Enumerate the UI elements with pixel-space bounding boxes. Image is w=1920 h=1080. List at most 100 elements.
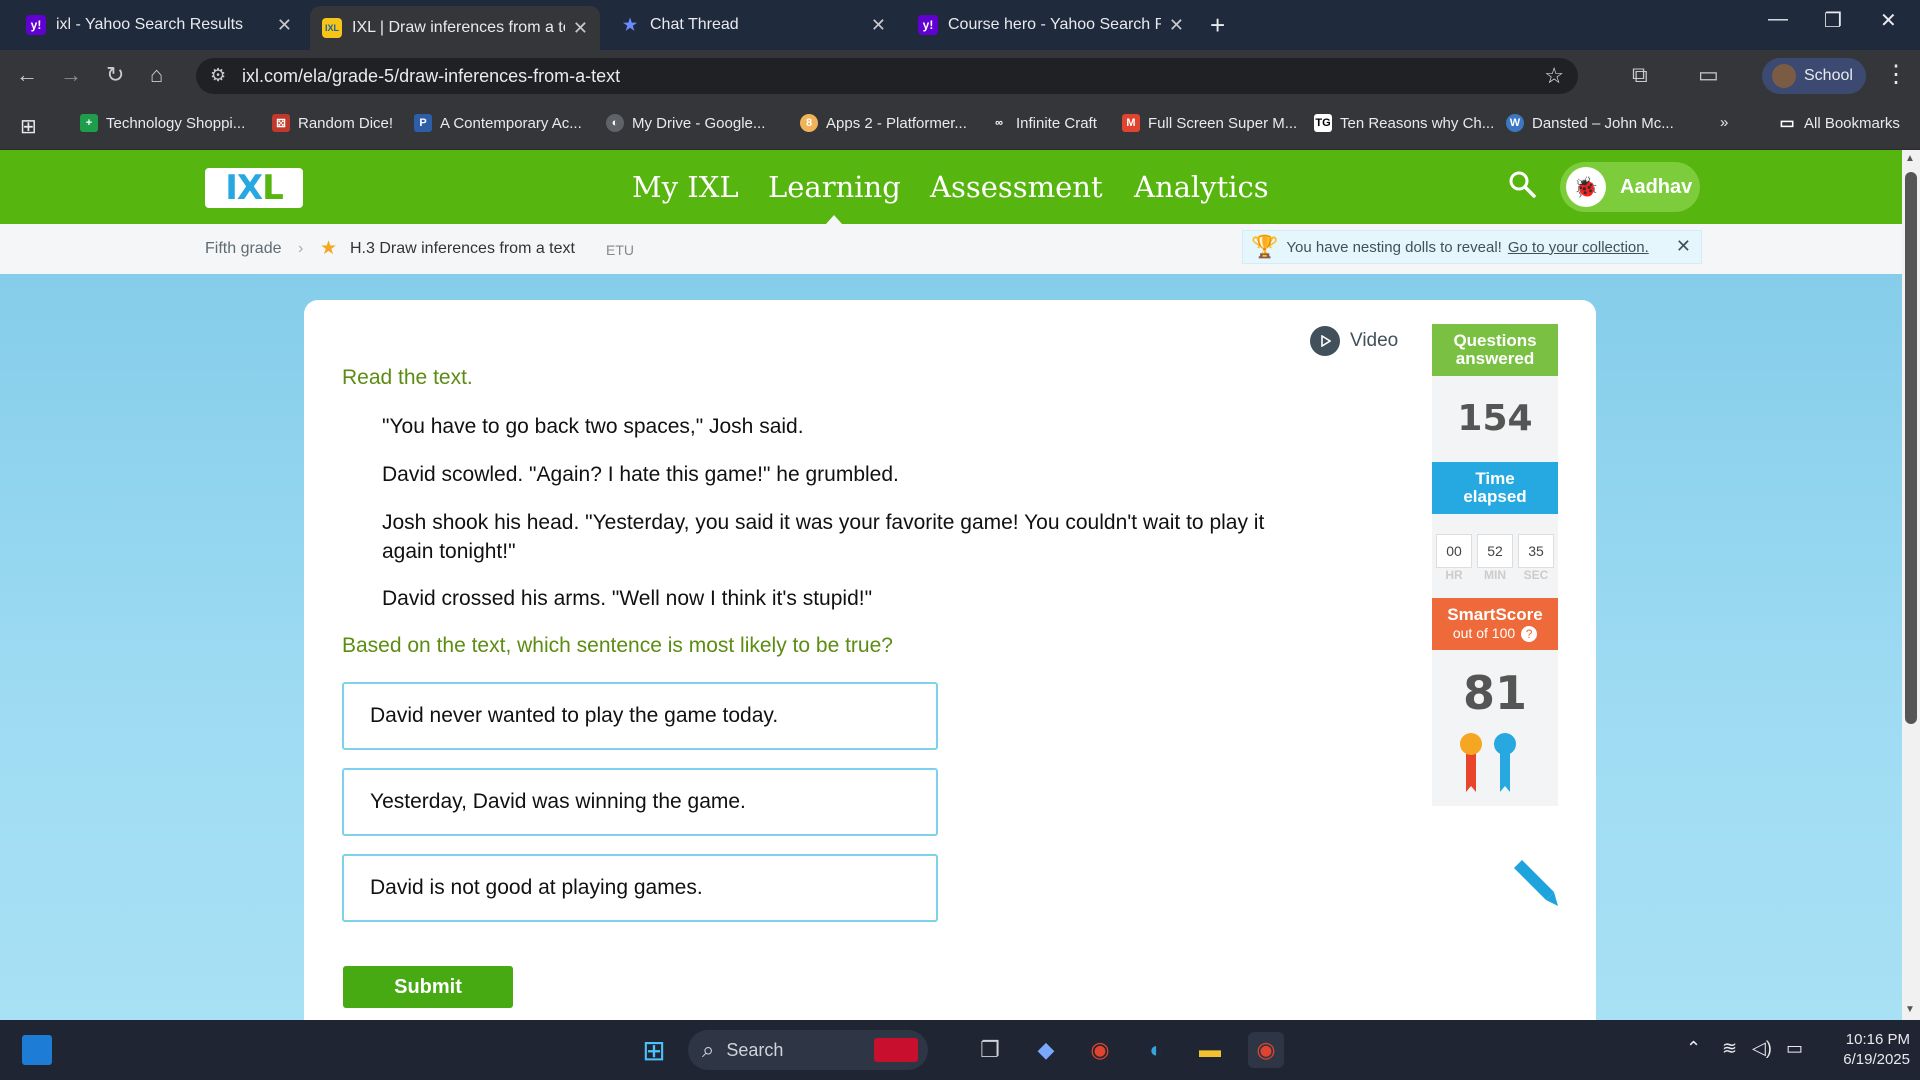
start-icon[interactable]: ⊞	[636, 1032, 672, 1068]
drive-icon: ◐	[606, 114, 624, 132]
bookmark-item[interactable]: ⚄ Random Dice!	[272, 114, 393, 132]
nav-learning[interactable]: Learning	[768, 170, 901, 204]
ixl-icon: IXL	[322, 18, 342, 38]
questions-answered-count: 154	[1457, 398, 1533, 439]
skill-code: ETU	[606, 242, 634, 258]
document-icon: P	[414, 114, 432, 132]
copilot-icon[interactable]: ◆	[1028, 1032, 1064, 1068]
instruction-text: Read the text.	[342, 366, 473, 389]
time-minutes: 52	[1477, 534, 1513, 568]
extensions-icon[interactable]: ⧉	[1632, 62, 1648, 88]
bookmark-star-icon[interactable]: ☆	[1544, 63, 1564, 89]
bookmark-item[interactable]: PA Contemporary Ac...	[414, 114, 582, 132]
yahoo-icon: y!	[918, 15, 938, 35]
time-unit-hr: HR	[1445, 568, 1463, 582]
answer-choice[interactable]: David is not good at playing games.	[342, 854, 938, 922]
browser-tab-strip: y! ixl - Yahoo Search Results ✕ IXL IXL …	[0, 0, 1920, 50]
bookmark-item[interactable]: W Dansted – John Mc...	[1506, 114, 1674, 132]
bookmarks-overflow-icon[interactable]: »	[1720, 114, 1728, 131]
home-icon[interactable]: ⌂	[150, 62, 163, 88]
smartscore-label: SmartScore out of 100?	[1432, 598, 1558, 650]
edge-icon[interactable]: ◐	[1138, 1032, 1174, 1068]
browser-menu-icon[interactable]: ⋮	[1884, 60, 1908, 89]
profile-label: School	[1804, 67, 1853, 84]
breadcrumb-grade[interactable]: Fifth grade	[205, 240, 281, 258]
answer-choice[interactable]: David never wanted to play the game toda…	[342, 682, 938, 750]
answer-choice[interactable]: Yesterday, David was winning the game.	[342, 768, 938, 836]
close-tab-icon[interactable]: ✕	[1169, 15, 1184, 36]
tab-chat-thread[interactable]: ★ Chat Thread ✕	[608, 8, 898, 42]
folder-icon: ▭	[1779, 115, 1795, 132]
profile-button[interactable]: School	[1762, 58, 1866, 94]
widgets-icon[interactable]	[22, 1035, 52, 1065]
bookmark-item[interactable]: 8 Apps 2 - Platformer...	[800, 114, 967, 132]
tray-overflow-icon[interactable]: ⌃	[1686, 1038, 1701, 1059]
tab-yahoo-ixl[interactable]: y! ixl - Yahoo Search Results ✕	[14, 8, 304, 42]
avatar: 🐞	[1566, 167, 1606, 207]
scrollbar-thumb[interactable]	[1905, 172, 1917, 724]
back-icon[interactable]: ←	[16, 62, 38, 88]
dice-icon: ⚄	[272, 114, 290, 132]
address-bar[interactable]: ⚙ ixl.com/ela/grade-5/draw-inferences-fr…	[196, 58, 1578, 94]
nav-assessment[interactable]: Assessment	[930, 170, 1103, 204]
nav-my-ixl[interactable]: My IXL	[632, 170, 739, 204]
article-icon: TG	[1314, 114, 1332, 132]
user-menu[interactable]: 🐞 Aadhav	[1560, 162, 1700, 212]
wifi-icon[interactable]: ≋	[1722, 1038, 1737, 1059]
close-window-icon[interactable]: ✕	[1880, 8, 1897, 33]
battery-icon[interactable]: ▭	[1786, 1038, 1803, 1059]
profile-avatar	[1772, 64, 1796, 88]
time-seconds: 35	[1518, 534, 1554, 568]
search-icon[interactable]	[1508, 170, 1536, 198]
time-unit-sec: SEC	[1523, 568, 1549, 582]
star-icon: ★	[320, 238, 338, 259]
chrome-profile-icon[interactable]: ◉	[1248, 1032, 1284, 1068]
site-settings-icon[interactable]: ⚙	[210, 65, 226, 86]
passage-paragraph: Josh shook his head. "Yesterday, you sai…	[382, 511, 1265, 563]
close-tab-icon[interactable]: ✕	[573, 18, 588, 39]
collection-notice: 🏆 You have nesting dolls to reveal! Go t…	[1242, 230, 1702, 264]
passage-paragraph: David crossed his arms. "Well now I thin…	[382, 587, 873, 610]
close-tab-icon[interactable]: ✕	[871, 15, 886, 36]
restore-icon[interactable]: ❐	[1824, 8, 1842, 33]
minimize-icon[interactable]: —	[1768, 8, 1788, 31]
close-tab-icon[interactable]: ✕	[277, 15, 292, 36]
apps-grid-icon[interactable]: ⊞	[20, 114, 37, 139]
collection-link[interactable]: Go to your collection.	[1508, 239, 1649, 256]
url-text[interactable]: ixl.com/ela/grade-5/draw-inferences-from…	[242, 66, 620, 87]
bookmark-item[interactable]: M Full Screen Super M...	[1122, 114, 1297, 132]
file-explorer-icon[interactable]: ▬	[1192, 1032, 1228, 1068]
reload-icon[interactable]: ↻	[106, 62, 124, 88]
submit-button[interactable]: Submit	[343, 966, 513, 1008]
taskbar-search[interactable]: ⌕ Search	[688, 1030, 928, 1070]
volume-icon[interactable]: ◁)	[1752, 1038, 1772, 1059]
cast-icon[interactable]: ▭	[1698, 62, 1719, 88]
taskbar: ⊞ ⌕ Search ❐ ◆ ◉ ◐ ▬ ◉ ⌃ ≋ ◁) ▭ 10:16 PM…	[0, 1020, 1920, 1080]
forward-icon[interactable]: →	[60, 62, 82, 88]
tab-ixl-active[interactable]: IXL IXL | Draw inferences from a tex ✕	[310, 6, 600, 50]
nav-analytics[interactable]: Analytics	[1134, 170, 1269, 204]
bookmark-item[interactable]: + Technology Shoppi...	[80, 114, 245, 132]
bookmark-item[interactable]: ∞ Infinite Craft	[990, 114, 1097, 132]
video-button[interactable]: Video	[1310, 326, 1398, 356]
bookmarks-bar: ⊞ + Technology Shoppi... ⚄ Random Dice! PA…	[0, 100, 1920, 150]
wordpress-icon: W	[1506, 114, 1524, 132]
help-icon[interactable]: ?	[1521, 626, 1538, 642]
pencil-icon[interactable]	[1508, 858, 1560, 910]
bookmark-item[interactable]: ◐ My Drive - Google...	[606, 114, 765, 132]
all-bookmarks[interactable]: ▭ All Bookmarks	[1778, 114, 1899, 133]
ixl-logo[interactable]: IXL	[205, 168, 303, 208]
chrome-icon[interactable]: ◉	[1082, 1032, 1118, 1068]
breadcrumb-skill: H.3 Draw inferences from a text	[350, 240, 575, 257]
close-icon[interactable]: ✕	[1676, 236, 1691, 257]
task-view-icon[interactable]: ❐	[972, 1032, 1008, 1068]
bookmark-item[interactable]: TG Ten Reasons why Ch...	[1314, 114, 1494, 132]
scroll-down-icon[interactable]: ▼	[1905, 1004, 1915, 1015]
tab-yahoo-coursehero[interactable]: y! Course hero - Yahoo Search Re ✕	[906, 8, 1196, 42]
scroll-up-icon[interactable]: ▲	[1905, 153, 1915, 164]
search-highlight-icon	[874, 1038, 918, 1062]
passage-paragraph: "You have to go back two spaces," Josh s…	[382, 415, 804, 438]
new-tab-icon[interactable]: +	[1210, 10, 1225, 41]
breadcrumb: Fifth grade › ★ H.3 Draw inferences from…	[0, 224, 1902, 274]
taskbar-clock[interactable]: 10:16 PM 6/19/2025	[1820, 1030, 1910, 1070]
